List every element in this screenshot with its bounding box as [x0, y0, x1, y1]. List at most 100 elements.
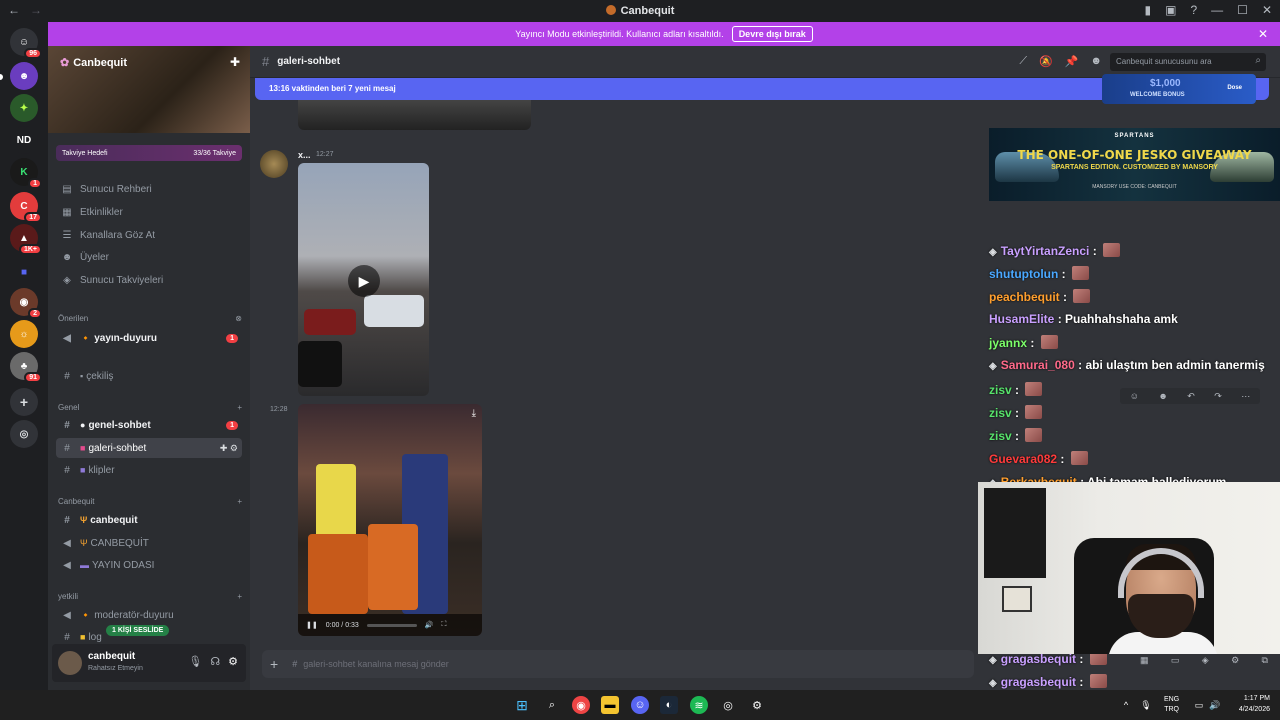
- voice-activity-pill[interactable]: 1 KİŞİ SESLİDE: [106, 625, 170, 636]
- chat-username[interactable]: zisv: [989, 406, 1012, 420]
- chat-username[interactable]: peachbequit: [989, 290, 1060, 304]
- server-icon-red[interactable]: ▲ 1K+: [10, 224, 42, 255]
- maximize-icon[interactable]: ☐: [1237, 3, 1248, 17]
- search-input[interactable]: Canbequit sunucusunu ara ⌕: [1110, 53, 1266, 71]
- discover-icon[interactable]: ◎: [10, 420, 38, 448]
- chat-username[interactable]: gragasbequit: [1001, 652, 1076, 666]
- folder-icon[interactable]: ■: [10, 258, 38, 286]
- voice-canbequit[interactable]: ◀ Ψ CANBEQUİT: [56, 533, 242, 553]
- tray-chevron-icon[interactable]: ^: [1117, 696, 1135, 714]
- server-icon-orange[interactable]: ☼: [10, 320, 38, 348]
- settings-icon[interactable]: ⚙: [748, 696, 766, 714]
- headphones-icon[interactable]: ☊: [210, 655, 220, 668]
- add-server-icon[interactable]: +: [10, 388, 38, 416]
- close-window-icon[interactable]: ✕: [1262, 3, 1272, 17]
- channel-klipler[interactable]: # ■ klipler: [56, 460, 242, 480]
- chat-username[interactable]: Samurai_080: [1001, 358, 1075, 372]
- channel-genel-sohbet[interactable]: # ● genel-sohbet 1: [56, 415, 242, 435]
- pause-icon[interactable]: ❚❚: [306, 621, 318, 629]
- help-icon[interactable]: ?: [1190, 3, 1197, 17]
- chat-username[interactable]: HusamElite: [989, 312, 1054, 326]
- grid-icon[interactable]: ▦: [1140, 655, 1149, 666]
- language-indicator[interactable]: ENG TRQ: [1164, 695, 1179, 715]
- category-yetkili[interactable]: yetkili +: [58, 592, 242, 601]
- channel-yayin-duyuru[interactable]: ◀ 🔸 yayın-duyuru 1: [56, 328, 242, 348]
- user-name[interactable]: canbequit: [88, 651, 135, 662]
- volume-icon[interactable]: 🔊: [1206, 696, 1224, 714]
- channel-cekilis[interactable]: # ▪ çekiliş: [56, 366, 242, 386]
- settings-gear-icon[interactable]: ⚙: [228, 655, 238, 668]
- forward-icon[interactable]: ↷: [1214, 391, 1222, 402]
- channel-canbequit[interactable]: # Ψcanbequit: [56, 510, 242, 530]
- invite-icon[interactable]: ✚: [230, 55, 240, 69]
- volume-icon[interactable]: 🔊: [425, 621, 434, 629]
- add-attachment-icon[interactable]: +: [270, 656, 278, 672]
- server-icon-purple[interactable]: ☻: [10, 62, 38, 90]
- mute-bell-icon[interactable]: 🔕: [1039, 55, 1053, 68]
- category-suggested[interactable]: Önerilen ⊗: [58, 314, 242, 323]
- chat-username[interactable]: Guevara082: [989, 452, 1057, 466]
- dismiss-icon[interactable]: ⊗: [235, 314, 242, 323]
- chat-username[interactable]: TaytYirtanZenci: [1001, 244, 1090, 258]
- menu-server-guide[interactable]: ▤ Sunucu Rehberi: [56, 179, 242, 199]
- add-channel-icon[interactable]: +: [237, 592, 242, 601]
- discord-icon[interactable]: ☺: [631, 696, 649, 714]
- video-player[interactable]: ⤓ ❚❚ 0:00 / 0:33 🔊 ⛶: [298, 404, 482, 636]
- category-genel[interactable]: Genel +: [58, 403, 242, 412]
- reply-icon[interactable]: ↶: [1187, 391, 1195, 402]
- boost-goal-bar[interactable]: Takviye Hedefi 33/36 Takviye: [56, 145, 242, 161]
- chat-username[interactable]: zisv: [989, 383, 1012, 397]
- chat-username[interactable]: gragasbequit: [1001, 675, 1076, 689]
- server-icon-k[interactable]: K1: [10, 158, 42, 189]
- download-icon[interactable]: ⤓: [472, 408, 476, 419]
- pin-icon[interactable]: 📌: [1065, 55, 1079, 68]
- avatar[interactable]: [58, 651, 82, 675]
- message-input[interactable]: + # galeri-sohbet kanalına mesaj gönder: [262, 650, 974, 678]
- server-name[interactable]: Canbequit: [60, 56, 127, 69]
- add-channel-icon[interactable]: +: [237, 403, 242, 412]
- chat-username[interactable]: zisv: [989, 429, 1012, 443]
- category-canbequit[interactable]: Canbequit +: [58, 497, 242, 506]
- server-banner[interactable]: Canbequit ✚: [48, 46, 250, 133]
- chat-username[interactable]: shutuptolun: [989, 267, 1058, 281]
- search-icon[interactable]: ⌕: [543, 696, 561, 714]
- voice-yayin-odasi[interactable]: ◀ ▬ YAYIN ODASI: [56, 555, 242, 575]
- attachment-image[interactable]: [298, 100, 531, 130]
- inbox-icon[interactable]: ▣: [1165, 3, 1176, 17]
- chrome-icon[interactable]: ◉: [572, 696, 590, 714]
- avatar[interactable]: [260, 150, 288, 178]
- channel-moderator-duyuru[interactable]: ◀ 🔸 moderatör-duyuru: [56, 605, 242, 625]
- windows-start-icon[interactable]: ⊞: [513, 696, 531, 714]
- file-explorer-icon[interactable]: ▬: [601, 696, 619, 714]
- channel-galeri-sohbet[interactable]: # ■ galeri-sohbet ✚ ⚙: [56, 438, 242, 458]
- server-icon-avatar[interactable]: ◉ 2: [10, 288, 42, 319]
- more-icon[interactable]: ⋯: [1241, 391, 1250, 402]
- server-icon-green[interactable]: ✦: [10, 94, 38, 122]
- seek-bar[interactable]: [366, 623, 417, 627]
- menu-events[interactable]: ▦ Etkinlikler: [56, 202, 242, 222]
- fullscreen-icon[interactable]: ⛶: [442, 621, 447, 629]
- minimize-icon[interactable]: —: [1211, 3, 1223, 17]
- tray-mic-icon[interactable]: 🎙: [1137, 696, 1155, 714]
- microphone-icon[interactable]: 🎙: [188, 655, 202, 668]
- spotify-icon[interactable]: ≋: [690, 696, 708, 714]
- discord-home-icon[interactable]: ☺ 96: [10, 28, 42, 59]
- menu-server-boosts[interactable]: ◈ Sunucu Takviyeleri: [56, 270, 242, 290]
- menu-members[interactable]: ☻ Üyeler: [56, 247, 242, 267]
- reaction-icon[interactable]: ☺: [1130, 391, 1139, 401]
- game-icon[interactable]: ◈: [1202, 655, 1209, 666]
- steam-icon[interactable]: ◐: [660, 696, 678, 714]
- menu-browse-channels[interactable]: ☰ Kanallara Göz At: [56, 225, 242, 245]
- channel-settings-icon[interactable]: ✚ ⚙: [220, 443, 238, 454]
- server-icon-grey[interactable]: ♣ 91: [10, 352, 42, 383]
- threads-icon[interactable]: ⟋: [1019, 55, 1027, 68]
- close-icon[interactable]: ✕: [1258, 27, 1268, 41]
- disable-streamer-mode-button[interactable]: Devre dışı bırak: [731, 26, 813, 42]
- settings-icon[interactable]: ⚙: [1231, 655, 1239, 666]
- play-icon[interactable]: ▶: [348, 265, 380, 297]
- add-channel-icon[interactable]: +: [237, 497, 242, 506]
- clock[interactable]: 1:17 PM 4/24/2026: [1239, 693, 1270, 715]
- message-author[interactable]: x...: [298, 150, 311, 160]
- screen-icon[interactable]: ▭: [1171, 655, 1180, 666]
- emoji-icon[interactable]: ☻: [1158, 391, 1167, 401]
